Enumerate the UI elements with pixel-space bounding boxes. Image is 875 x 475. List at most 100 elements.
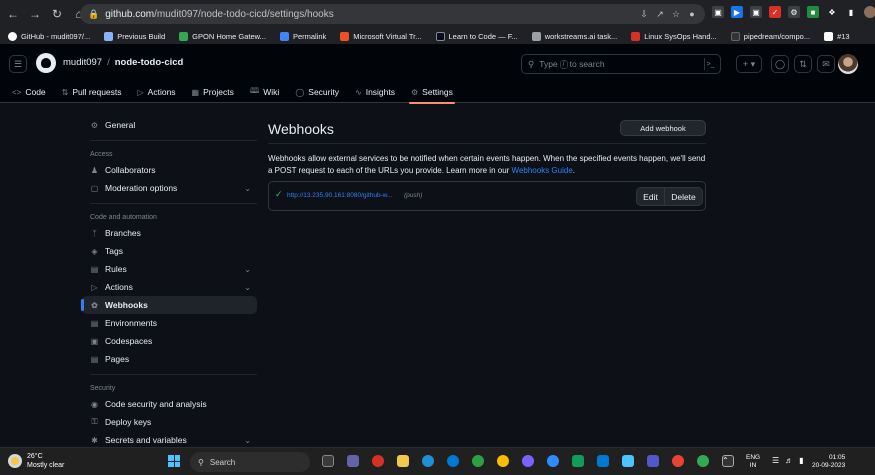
star-icon[interactable]: ☆	[671, 9, 681, 19]
bookmark-item[interactable]: #13	[824, 31, 850, 41]
bookmark-item[interactable]: Permalink	[279, 31, 326, 41]
tab-settings[interactable]: ⚙ Settings	[403, 82, 461, 104]
sidebar-item-moderation[interactable]: ▢ Moderation options ⌄	[82, 179, 257, 197]
sidebar-item-code-security[interactable]: ◉ Code security and analysis	[82, 395, 257, 413]
chrome-icon[interactable]	[697, 455, 709, 467]
sidebar-item-pages[interactable]: ▤ Pages	[82, 350, 257, 368]
opera-icon[interactable]	[372, 455, 384, 467]
bookmark-item[interactable]: Microsoft Virtual Tr...	[340, 31, 422, 41]
page-title: Webhooks	[268, 121, 334, 137]
sidebar-item-rules[interactable]: ▤ Rules ⌄	[82, 260, 257, 278]
hamburger-menu-icon[interactable]: ☰	[9, 55, 27, 73]
wifi-icon[interactable]: ☰	[772, 456, 779, 465]
repo-name-link[interactable]: node-todo-cicd	[115, 57, 184, 68]
sidebar-item-collaborators[interactable]: ♟ Collaborators	[82, 161, 257, 179]
github-logo-icon[interactable]	[36, 53, 56, 73]
play-icon: ▷	[137, 87, 144, 97]
add-webhook-button[interactable]: Add webhook	[620, 120, 706, 136]
command-palette-icon[interactable]: >_	[704, 58, 716, 70]
inbox-button[interactable]: ✉	[817, 55, 835, 73]
address-bar[interactable]: 🔒 github.com /mudit097/node-todo-cicd/se…	[80, 4, 705, 24]
tab-insights[interactable]: ∿ Insights	[347, 82, 403, 103]
volume-icon[interactable]: ♬	[785, 456, 793, 465]
app-icon[interactable]	[572, 455, 584, 467]
account-icon[interactable]: ●	[687, 9, 697, 19]
teams-icon[interactable]	[647, 455, 659, 467]
file-explorer-icon[interactable]	[397, 455, 409, 467]
app-icon[interactable]	[522, 455, 534, 467]
edit-button[interactable]: Edit	[637, 188, 665, 205]
create-new-button[interactable]: + ▾	[736, 55, 762, 73]
extension-icon[interactable]: ▣	[750, 6, 762, 18]
share-icon[interactable]: ↗	[655, 9, 665, 19]
chrome-icon[interactable]	[672, 455, 684, 467]
tab-security[interactable]: ◯ Security	[287, 82, 347, 103]
chevron-up-icon[interactable]: ⌃	[722, 456, 729, 465]
tray-icons: ☰ ♬ ▮	[772, 456, 804, 465]
tab-code[interactable]: <> Code	[4, 82, 54, 103]
zoom-icon[interactable]	[547, 455, 559, 467]
reload-icon[interactable]: ↻	[48, 5, 66, 23]
taskbar-search[interactable]: ⚲ Search	[190, 452, 310, 472]
meet-icon[interactable]	[347, 455, 359, 467]
chrome-icon[interactable]	[497, 455, 509, 467]
webhooks-guide-link[interactable]: Webhooks Guide	[512, 166, 573, 175]
page-icon	[104, 31, 114, 41]
photos-icon[interactable]	[622, 455, 634, 467]
back-arrow-icon[interactable]: ←	[4, 5, 22, 23]
windows-start-icon[interactable]	[168, 455, 180, 467]
search-input[interactable]: ⚲ Type / to search >_	[521, 54, 721, 74]
issues-button[interactable]: ◯	[771, 55, 789, 73]
sidebar-item-actions[interactable]: ▷ Actions ⌄	[82, 278, 257, 296]
repo-owner-link[interactable]: mudit097	[63, 57, 102, 68]
task-view-icon[interactable]	[322, 455, 334, 467]
search-icon: ⚲	[198, 457, 204, 467]
extension-icon[interactable]: ▶	[731, 6, 743, 18]
side-panel-icon[interactable]: ▮	[845, 6, 857, 18]
bookmark-item[interactable]: GitHub - mudit097/...	[8, 31, 90, 41]
sidebar-item-general[interactable]: ⚙ General	[82, 116, 257, 134]
tab-projects[interactable]: ▦ Projects	[184, 82, 242, 103]
bookmark-item[interactable]: Learn to Code — F...	[435, 31, 518, 41]
puzzle-icon[interactable]: ❖	[826, 6, 838, 18]
weather-icon	[8, 454, 22, 468]
extension-icon[interactable]: ⚙	[788, 6, 800, 18]
bookmark-item[interactable]: pipedream/compo...	[730, 31, 810, 41]
install-icon[interactable]: ⇩	[639, 9, 649, 19]
sidebar-item-tags[interactable]: ◈ Tags	[82, 242, 257, 260]
webhook-url-link[interactable]: http://13.235.90.161:8080/github-w...	[287, 192, 393, 199]
page-icon	[179, 31, 189, 41]
edge-icon[interactable]	[422, 455, 434, 467]
sidebar-item-webhooks[interactable]: ✿ Webhooks	[81, 296, 257, 314]
sidebar-item-environments[interactable]: ▤ Environments	[82, 314, 257, 332]
pull-requests-button[interactable]: ⇅	[794, 55, 812, 73]
delete-button[interactable]: Delete	[665, 188, 702, 205]
tab-wiki[interactable]: 🕮 Wiki	[242, 82, 288, 103]
bookmark-item[interactable]: GPON Home Gatew...	[179, 31, 266, 41]
extension-icon[interactable]: ▣	[712, 6, 724, 18]
bookmark-item[interactable]: Linux SysOps Hand...	[631, 31, 717, 41]
tab-actions[interactable]: ▷ Actions	[130, 82, 184, 103]
weather-widget[interactable]: 26°C Mostly clear	[8, 452, 64, 470]
sidebar-item-deploy-keys[interactable]: ⚿ Deploy keys	[82, 413, 257, 431]
app-icon[interactable]	[472, 455, 484, 467]
forward-arrow-icon[interactable]: →	[26, 5, 44, 23]
github-icon	[8, 31, 17, 41]
mail-icon[interactable]	[597, 455, 609, 467]
extension-icon[interactable]: ■	[807, 6, 819, 18]
extension-icon[interactable]: ✓	[769, 6, 781, 18]
clock[interactable]: 01:05 20-09-2023	[812, 454, 845, 470]
browser-icon[interactable]	[447, 455, 459, 467]
battery-icon[interactable]: ▮	[799, 456, 803, 465]
bookmark-item[interactable]: Previous Build	[104, 31, 165, 41]
language-indicator[interactable]: ENG IN	[746, 454, 760, 470]
sidebar-item-codespaces[interactable]: ▣ Codespaces	[82, 332, 257, 350]
avatar[interactable]	[838, 54, 858, 74]
webhook-events: (push)	[404, 192, 423, 199]
gear-icon: ⚙	[90, 120, 99, 130]
sidebar-item-branches[interactable]: ᛉ Branches	[82, 224, 257, 242]
profile-icon[interactable]	[864, 6, 875, 18]
tab-pull-requests[interactable]: ⇅ Pull requests	[54, 82, 130, 103]
system-tray: ⌃	[722, 456, 729, 465]
bookmark-item[interactable]: workstreams.ai task...	[531, 31, 617, 41]
